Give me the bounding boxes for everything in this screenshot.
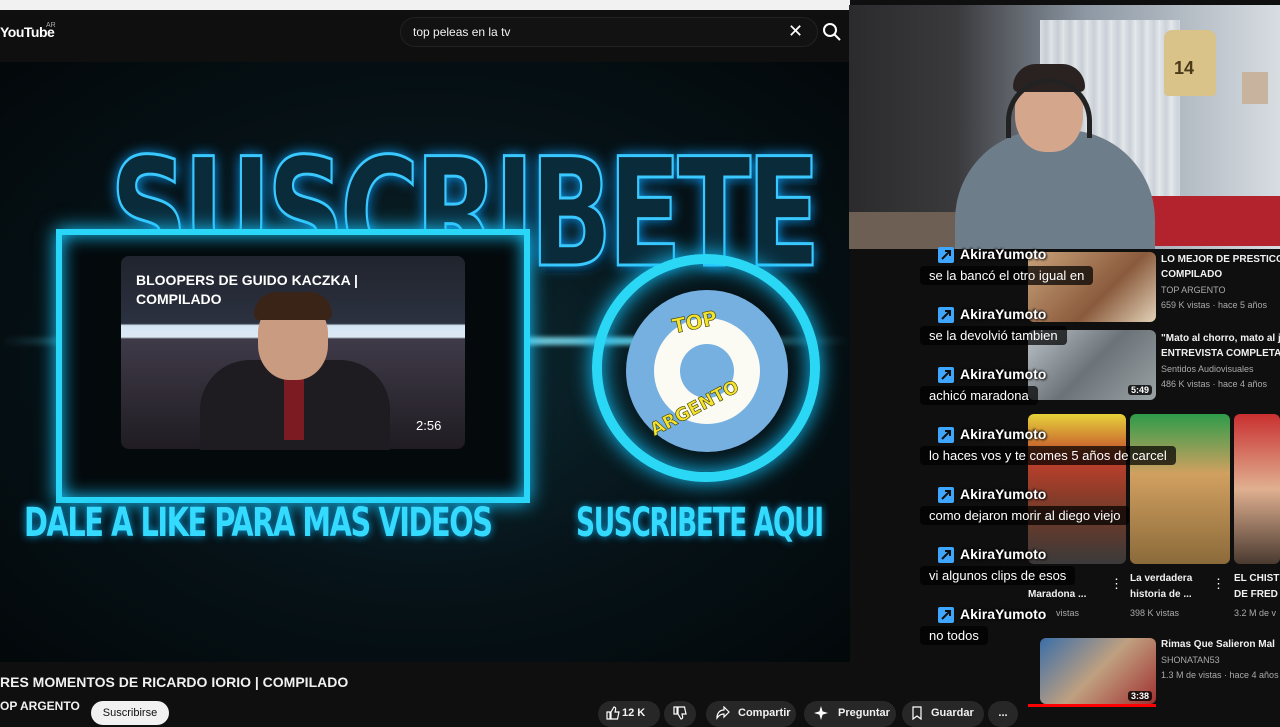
dislike-button[interactable] bbox=[664, 701, 696, 727]
rec-title-1b[interactable]: COMPILADO bbox=[1161, 268, 1222, 281]
chat-message: como dejaron morir al diego viejo bbox=[920, 506, 1130, 525]
chat-username: AkiraYumoto bbox=[960, 426, 1047, 442]
rec-meta-2: 486 K vistas · hace 4 años bbox=[1161, 379, 1268, 389]
chat-badge-icon bbox=[938, 427, 954, 443]
rec-title-1a[interactable]: LO MEJOR DE PRESTICO bbox=[1161, 253, 1280, 266]
chat-message: vi algunos clips de esos bbox=[920, 566, 1076, 585]
thumbnail-person-shirt bbox=[284, 370, 304, 440]
chat-message: se la bancó el otro igual en bbox=[920, 266, 1094, 285]
sparkle-icon bbox=[814, 706, 828, 720]
rec-short-meta-1: vistas bbox=[1056, 608, 1080, 618]
rec-short-title-2a[interactable]: La verdadera bbox=[1130, 572, 1192, 585]
thumbs-up-icon bbox=[606, 706, 620, 720]
chat-username: AkiraYumoto bbox=[960, 606, 1047, 622]
more-icon: ... bbox=[998, 707, 1008, 719]
rec-short-title-3b[interactable]: DE FRED bbox=[1234, 588, 1278, 601]
rec-meta-6: 1.3 M de vistas · hace 4 años bbox=[1161, 670, 1279, 680]
chat-message: se la devolvió tambien bbox=[920, 326, 1067, 345]
rec-duration-6: 3:38 bbox=[1128, 691, 1153, 701]
channel-name[interactable]: OP ARGENTO bbox=[0, 699, 80, 713]
subscribe-cta-text: SUSCRIBETE AQUI bbox=[576, 500, 824, 546]
share-label: Compartir bbox=[738, 707, 791, 719]
rec-title-2a[interactable]: "Mato al chorro, mato al j bbox=[1161, 332, 1280, 345]
ask-label: Preguntar bbox=[838, 707, 890, 719]
like-button[interactable]: 12 K bbox=[598, 701, 660, 727]
share-button[interactable]: Compartir bbox=[706, 701, 796, 727]
ask-button[interactable]: Preguntar bbox=[804, 701, 896, 727]
search-icon[interactable] bbox=[822, 22, 842, 42]
rec-channel-6[interactable]: SHONATAN53 bbox=[1161, 655, 1220, 665]
more-actions-button[interactable]: ... bbox=[988, 701, 1018, 727]
chat-badge-icon bbox=[938, 307, 954, 323]
rec-channel-2[interactable]: Sentidos Audiovisuales bbox=[1161, 364, 1254, 374]
save-button[interactable]: Guardar bbox=[902, 701, 984, 727]
rec-thumbnail-1[interactable] bbox=[1028, 252, 1156, 322]
like-count: 12 K bbox=[622, 707, 646, 719]
share-icon bbox=[716, 706, 730, 720]
chat-badge-icon bbox=[938, 487, 954, 503]
chat-username: AkiraYumoto bbox=[960, 366, 1047, 382]
rec-short-title-1[interactable]: Maradona ... bbox=[1028, 588, 1086, 601]
thumbs-down-icon bbox=[673, 706, 687, 720]
rec-title-6[interactable]: Rimas Que Salieron Mal bbox=[1161, 638, 1275, 651]
webcam-poster bbox=[1242, 72, 1268, 104]
chat-message: lo haces vos y te comes 5 años de carcel bbox=[920, 446, 1176, 465]
rec-channel-1[interactable]: TOP ARGENTO bbox=[1161, 285, 1226, 295]
chat-username: AkiraYumoto bbox=[960, 306, 1047, 322]
rec-duration-2: 5:49 bbox=[1128, 385, 1153, 395]
search-input[interactable]: top peleas en la tv bbox=[413, 25, 510, 39]
logo-region: AR bbox=[46, 22, 56, 29]
more-options-icon-2[interactable]: ⋮ bbox=[1212, 576, 1225, 592]
watch-progress-bar bbox=[1028, 704, 1156, 707]
like-cta-text: DALE A LIKE PARA MAS VIDEOS bbox=[24, 500, 493, 546]
endscreen-video-duration: 2:56 bbox=[416, 418, 442, 433]
rec-short-meta-2: 398 K vistas bbox=[1130, 608, 1180, 618]
video-title: RES MOMENTOS DE RICARDO IORIO | COMPILAD… bbox=[0, 674, 349, 690]
chat-username: AkiraYumoto bbox=[960, 546, 1047, 562]
rec-title-2b[interactable]: ENTREVISTA COMPLETA bbox=[1161, 347, 1280, 360]
chat-badge-icon bbox=[938, 367, 954, 383]
rec-short-thumbnail-3[interactable] bbox=[1234, 414, 1280, 564]
chat-username: AkiraYumoto bbox=[960, 486, 1047, 502]
webcam-bed bbox=[1150, 196, 1280, 246]
bookmark-icon bbox=[912, 706, 922, 720]
rec-meta-1: 659 K vistas · hace 5 años bbox=[1161, 300, 1268, 310]
rec-short-thumbnail-2[interactable] bbox=[1130, 414, 1230, 564]
browser-strip bbox=[0, 0, 850, 10]
more-options-icon[interactable]: ⋮ bbox=[1110, 576, 1123, 592]
endscreen-video-title[interactable]: BLOOPERS DE GUIDO KACZKA | COMPILADO bbox=[136, 271, 436, 309]
save-label: Guardar bbox=[931, 707, 974, 719]
chat-badge-icon bbox=[938, 607, 954, 623]
clear-search-icon[interactable]: ✕ bbox=[788, 21, 803, 42]
chat-badge-icon bbox=[938, 547, 954, 563]
rec-short-title-2b[interactable]: historia de ... bbox=[1130, 588, 1192, 601]
subscribe-button[interactable]: Suscribirse bbox=[91, 701, 169, 725]
chat-badge-icon bbox=[938, 247, 954, 263]
rec-short-meta-3: 3.2 M de v bbox=[1234, 608, 1277, 618]
chat-message: no todos bbox=[920, 626, 988, 645]
jersey-number: 14 bbox=[1174, 58, 1195, 78]
chat-username: AkiraYumoto bbox=[960, 246, 1047, 262]
chat-message: achicó maradona bbox=[920, 386, 1038, 405]
rec-short-title-3a[interactable]: EL CHIST bbox=[1234, 572, 1279, 585]
